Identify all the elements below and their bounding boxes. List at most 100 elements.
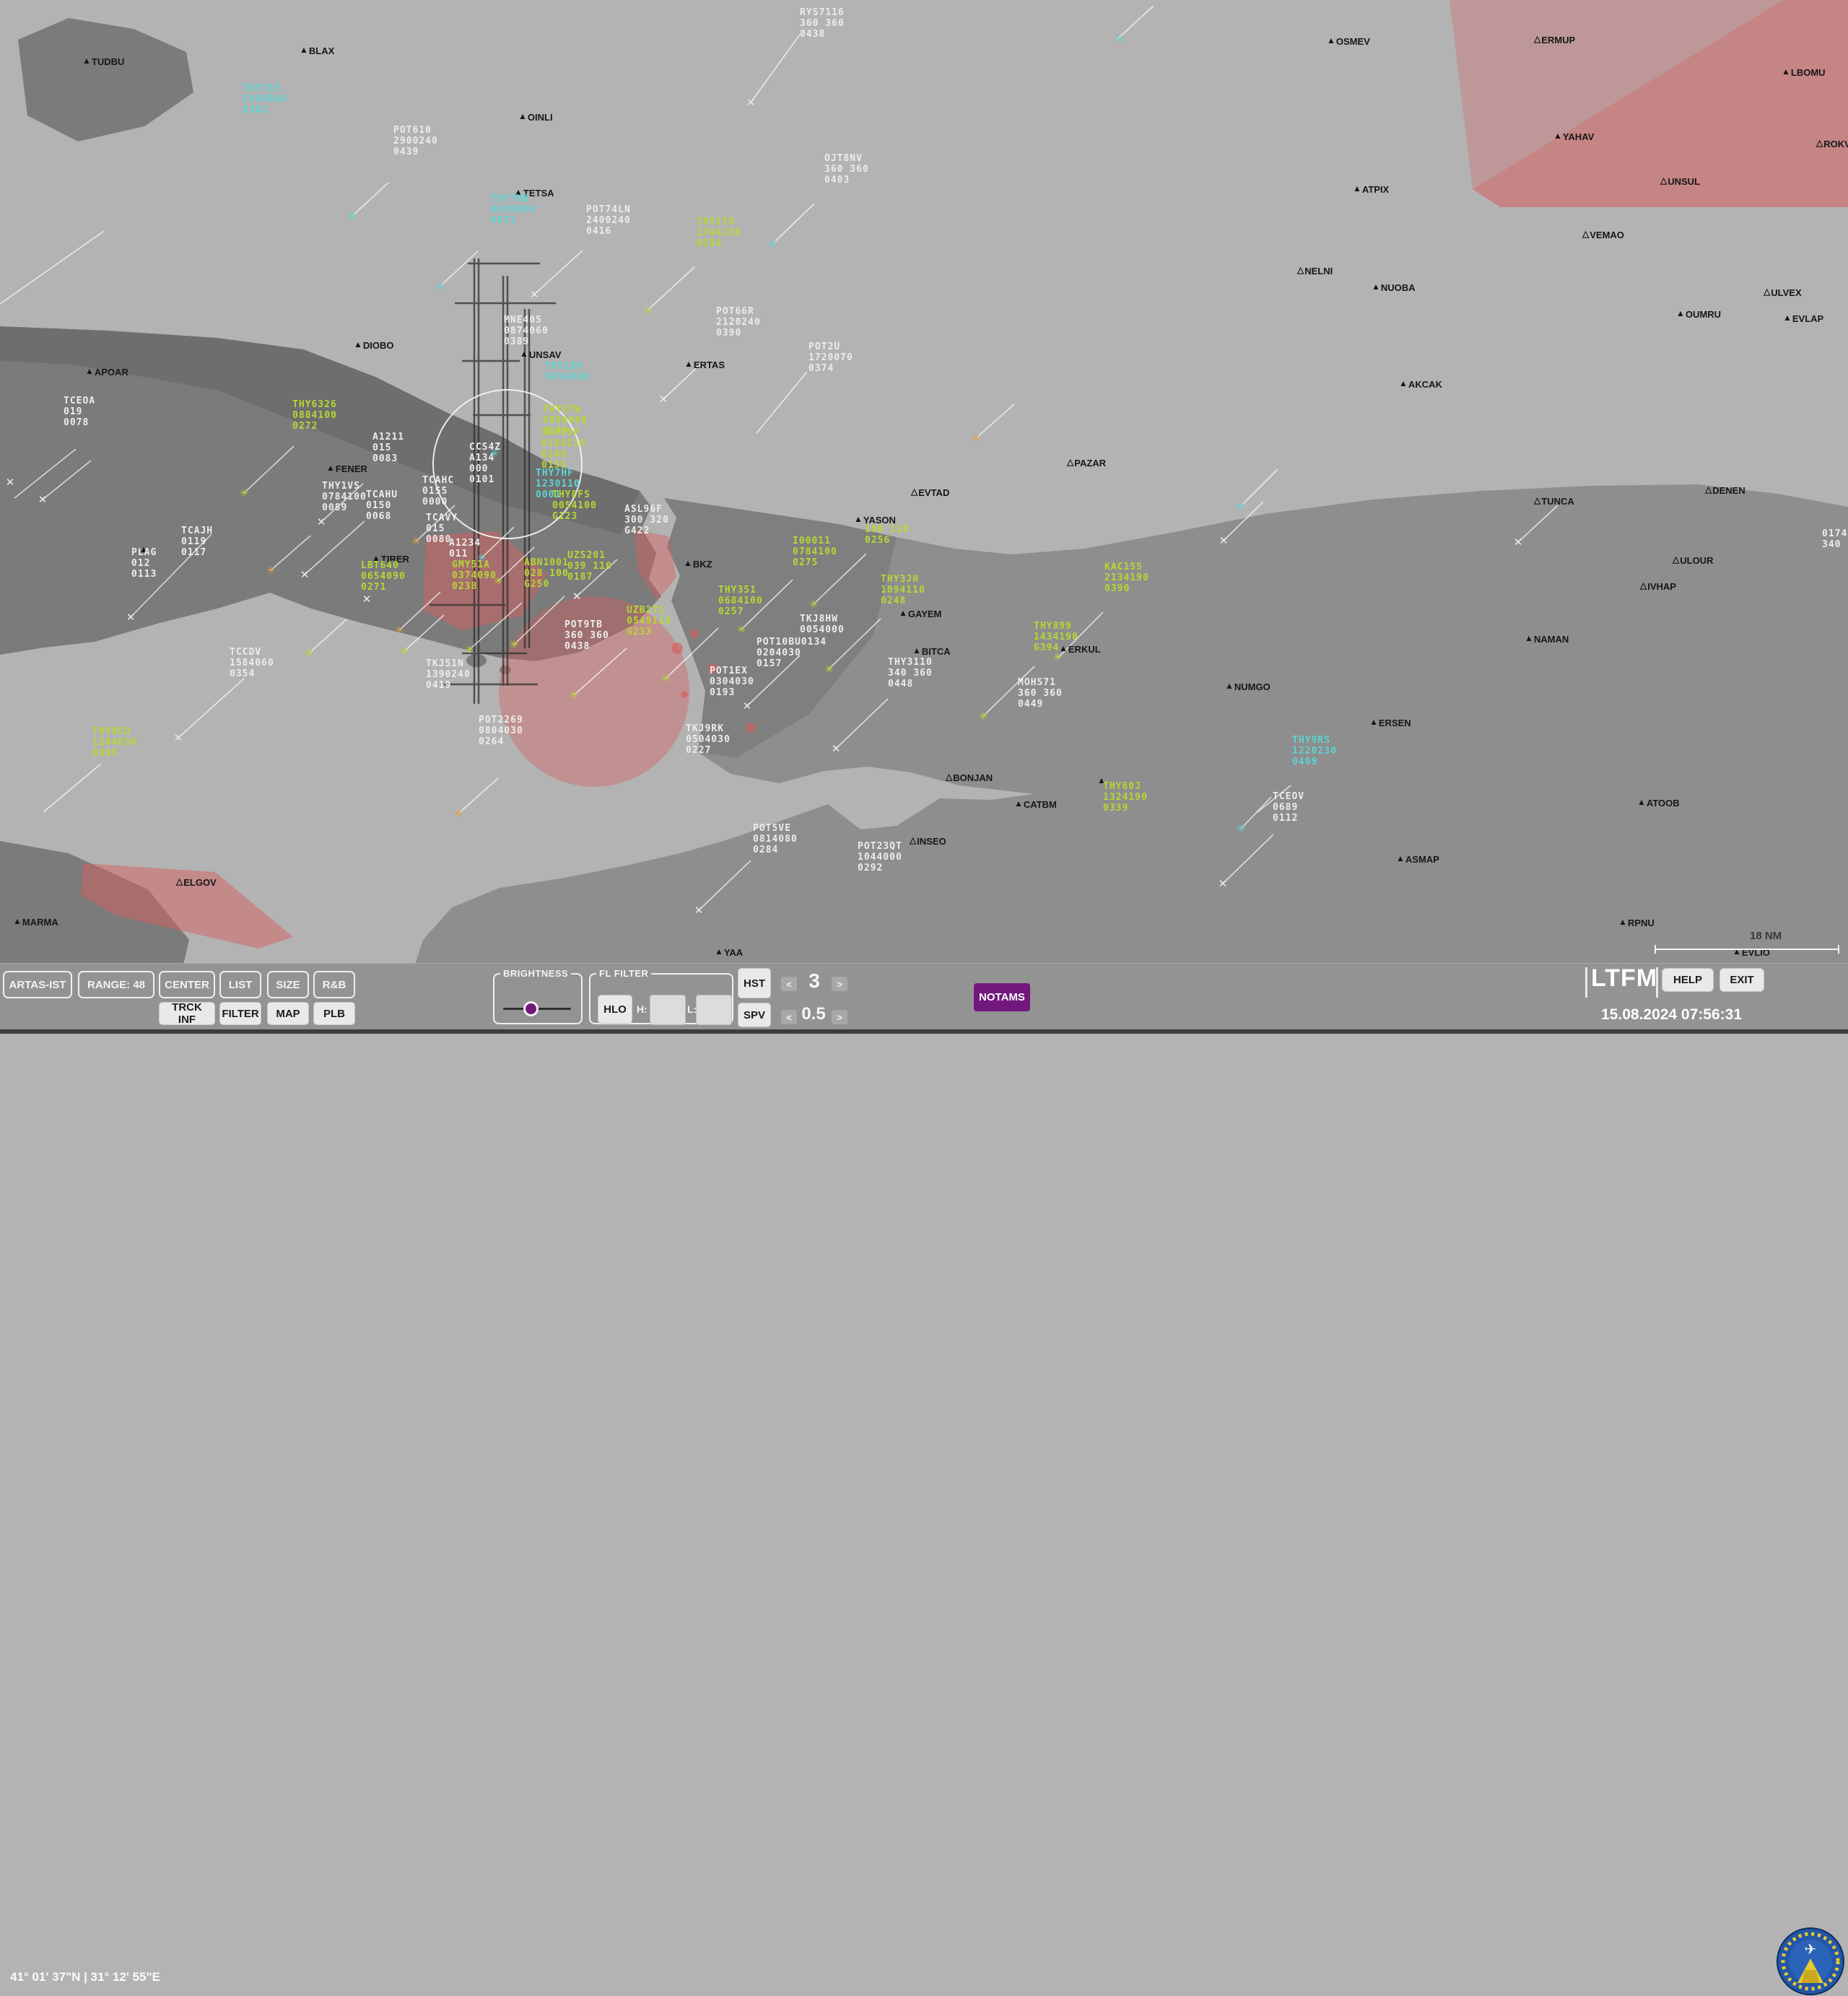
artas-ist-button[interactable]: ARTAS-IST bbox=[3, 971, 72, 998]
track-label-ABN1001[interactable]: ABN1001028 100G250 bbox=[524, 557, 569, 590]
aircraft-symbol[interactable]: ✕ bbox=[126, 611, 136, 624]
track-label-UZB271[interactable]: UZB2710549110G233 bbox=[627, 605, 671, 637]
track-label-THY8FS[interactable]: THY8FS0054100G123 bbox=[552, 489, 597, 522]
list-button[interactable]: LIST bbox=[219, 971, 261, 998]
track-label-MNE405[interactable]: MNE40508740600389 bbox=[504, 315, 549, 347]
exit-button[interactable]: EXIT bbox=[1720, 968, 1764, 992]
aircraft-symbol[interactable]: ✳ bbox=[477, 552, 487, 565]
track-label-A1211[interactable]: A12110150083 bbox=[372, 432, 404, 464]
aircraft-symbol[interactable]: ✳ bbox=[494, 575, 503, 588]
aircraft-symbol[interactable]: ✳ bbox=[465, 643, 474, 656]
aircraft-symbol[interactable]: ✳ bbox=[661, 672, 671, 685]
aircraft-symbol[interactable]: ✕ bbox=[317, 515, 326, 528]
l-input[interactable] bbox=[696, 995, 732, 1025]
aircraft-symbol[interactable]: ✕ bbox=[659, 393, 668, 406]
spv-increment-button[interactable]: > bbox=[832, 1010, 847, 1024]
track-label-TCAHC[interactable]: TCAHC01550000 bbox=[422, 475, 454, 507]
track-label-OJT8NV[interactable]: OJT8NV360 3600403 bbox=[824, 153, 869, 186]
aircraft-symbol[interactable]: ✕ bbox=[832, 742, 841, 755]
hst-button[interactable]: HST bbox=[738, 968, 771, 998]
aircraft-symbol[interactable]: ✕ bbox=[174, 731, 183, 744]
aircraft-symbol[interactable]: ✳ bbox=[972, 432, 981, 445]
aircraft-symbol[interactable]: ✳ bbox=[570, 689, 579, 702]
aircraft-symbol[interactable]: ✳ bbox=[824, 663, 834, 676]
aircraft-symbol[interactable]: ✕ bbox=[1115, 32, 1125, 45]
rb-button[interactable]: R&B bbox=[313, 971, 355, 998]
track-label-UZS201[interactable]: UZS201039 1100187 bbox=[567, 550, 612, 583]
track-label-THY9RS[interactable]: THY9RS12202300409 bbox=[1292, 735, 1337, 767]
track-label-THY1VS[interactable]: THY1VS07841000089 bbox=[322, 481, 367, 513]
aircraft-symbol[interactable]: ✳ bbox=[1053, 650, 1063, 663]
radar-map[interactable]: ▲TUDBU▲BLAX▲OINLI▲TETSA▲OSMEV△ERMUP▲LBOM… bbox=[0, 0, 1848, 1033]
aircraft-symbol[interactable]: ✳ bbox=[979, 710, 988, 723]
track-label-TCAJH[interactable]: TCAJH01190117 bbox=[181, 526, 213, 558]
track-label-THY71E[interactable]: THY71E18000600382 bbox=[243, 83, 287, 116]
aircraft-symbol[interactable]: ✕ bbox=[347, 210, 357, 223]
track-label-GMY51A[interactable]: GMY51A03740900238 bbox=[452, 559, 497, 592]
aircraft-symbol[interactable]: ✕ bbox=[300, 568, 310, 581]
aircraft-symbol[interactable]: ✳ bbox=[1237, 822, 1246, 835]
track-label-TCCDV[interactable]: TCCDV15840600354 bbox=[230, 647, 274, 679]
track-label-TKJ51N[interactable]: TKJ51N13902400419 bbox=[426, 658, 471, 691]
aircraft-symbol[interactable]: ✕ bbox=[38, 493, 48, 506]
track-label-THY75P[interactable]: THY75P0184110G1480155 bbox=[541, 427, 586, 471]
help-button[interactable]: HELP bbox=[1662, 968, 1714, 992]
track-label-POT9TB[interactable]: POT9TB360 3600438 bbox=[565, 619, 609, 652]
aircraft-symbol[interactable]: ✳ bbox=[454, 807, 463, 820]
track-label-RYS7116[interactable]: RYS7116360 3600438 bbox=[800, 7, 845, 40]
track-label-TCEOV[interactable]: TCEOV06890112 bbox=[1273, 791, 1304, 824]
center-button[interactable]: CENTER bbox=[159, 971, 215, 998]
track-label-TKJ9RK[interactable]: TKJ9RK05040300227 bbox=[686, 723, 731, 756]
track-label-POT2U[interactable]: POT2U17200700374 bbox=[808, 341, 853, 374]
aircraft-symbol[interactable]: ✕ bbox=[362, 593, 372, 606]
track-label-POT10BU0134[interactable]: POT10BU013402040300157 bbox=[757, 637, 827, 669]
aircraft-symbol[interactable]: ✳ bbox=[490, 447, 500, 460]
track-label-A1234[interactable]: A1234011 bbox=[449, 538, 481, 559]
track-label-THY3110[interactable]: THY3110340 3600448 bbox=[888, 657, 933, 689]
track-label-THY6326[interactable]: THY632608841000272 bbox=[292, 399, 337, 432]
filter-button[interactable]: FILTER bbox=[219, 1002, 261, 1025]
track-label-POT5VE[interactable]: POT5VE08140800284 bbox=[753, 823, 798, 855]
track-label-POT610[interactable]: POT61029002400439 bbox=[393, 125, 438, 157]
hst-increment-button[interactable]: > bbox=[832, 977, 847, 991]
track-label-TCEOA[interactable]: TCEOA0190078 bbox=[64, 396, 95, 428]
aircraft-symbol[interactable]: ✳ bbox=[240, 487, 249, 500]
track-label-PLAG[interactable]: PLAG0120113 bbox=[131, 547, 157, 580]
hlo-button[interactable]: HLO bbox=[598, 995, 632, 1024]
track-label-POT2269[interactable]: POT226908040300264 bbox=[479, 715, 523, 747]
size-button[interactable]: SIZE bbox=[267, 971, 309, 998]
track-label-LBT640[interactable]: LBT64006540900271 bbox=[361, 560, 406, 593]
track-label-THY8CO[interactable]: THY8CO12040300305 bbox=[92, 726, 137, 759]
track-label-KAC155[interactable]: KAC15521341900390 bbox=[1104, 562, 1149, 594]
aircraft-symbol[interactable]: ✕ bbox=[694, 904, 704, 917]
aircraft-symbol[interactable]: ✳ bbox=[510, 638, 519, 651]
track-label-TKJ8HW[interactable]: TKJ8HW0054000 bbox=[800, 614, 845, 635]
spv-button[interactable]: SPV bbox=[738, 1003, 771, 1027]
track-label-THY270[interactable]: THY27013442300354 bbox=[697, 217, 741, 249]
map-button[interactable]: MAP bbox=[267, 1002, 309, 1025]
track-label-TCAHU[interactable]: TCAHU01500068 bbox=[366, 489, 398, 522]
aircraft-symbol[interactable]: ✳ bbox=[400, 645, 409, 658]
aircraft-symbol[interactable]: ✕ bbox=[1219, 877, 1228, 890]
aircraft-symbol[interactable]: ✕ bbox=[1514, 536, 1523, 549]
track-label-THY899[interactable]: THY8991434190G394 bbox=[1034, 621, 1078, 653]
track-label-THY7NB[interactable]: THY7NB08900000071 bbox=[491, 193, 536, 226]
aircraft-symbol[interactable]: ✳ bbox=[737, 623, 746, 636]
aircraft-symbol[interactable]: ✕ bbox=[746, 96, 756, 109]
aircraft-symbol[interactable]: ✳ bbox=[266, 564, 276, 577]
trck-inf-button[interactable]: TRCK INF bbox=[159, 1002, 215, 1025]
track-label-ASL96F[interactable]: ASL96F300 320G422 bbox=[624, 504, 669, 536]
aircraft-symbol[interactable]: ✕ bbox=[1236, 500, 1245, 513]
aircraft-symbol[interactable]: ✕ bbox=[6, 476, 15, 489]
aircraft-symbol[interactable]: ✕ bbox=[572, 590, 582, 603]
aircraft-symbol[interactable]: ✳ bbox=[395, 624, 404, 637]
track-label-THY351[interactable]: THY35106841000257 bbox=[718, 585, 763, 617]
brightness-slider-knob[interactable] bbox=[523, 1001, 539, 1016]
track-label-POT74LN[interactable]: POT74LN24002400416 bbox=[586, 204, 631, 237]
track-label-I00011[interactable]: I0001107841000275 bbox=[793, 536, 837, 568]
aircraft-symbol[interactable]: ✳ bbox=[643, 304, 653, 317]
track-label-POT66R[interactable]: POT66R21202400390 bbox=[716, 306, 761, 339]
aircraft-symbol[interactable]: ✕ bbox=[1219, 534, 1229, 547]
h-input[interactable] bbox=[650, 995, 686, 1025]
aircraft-symbol[interactable]: ✕ bbox=[435, 280, 445, 293]
